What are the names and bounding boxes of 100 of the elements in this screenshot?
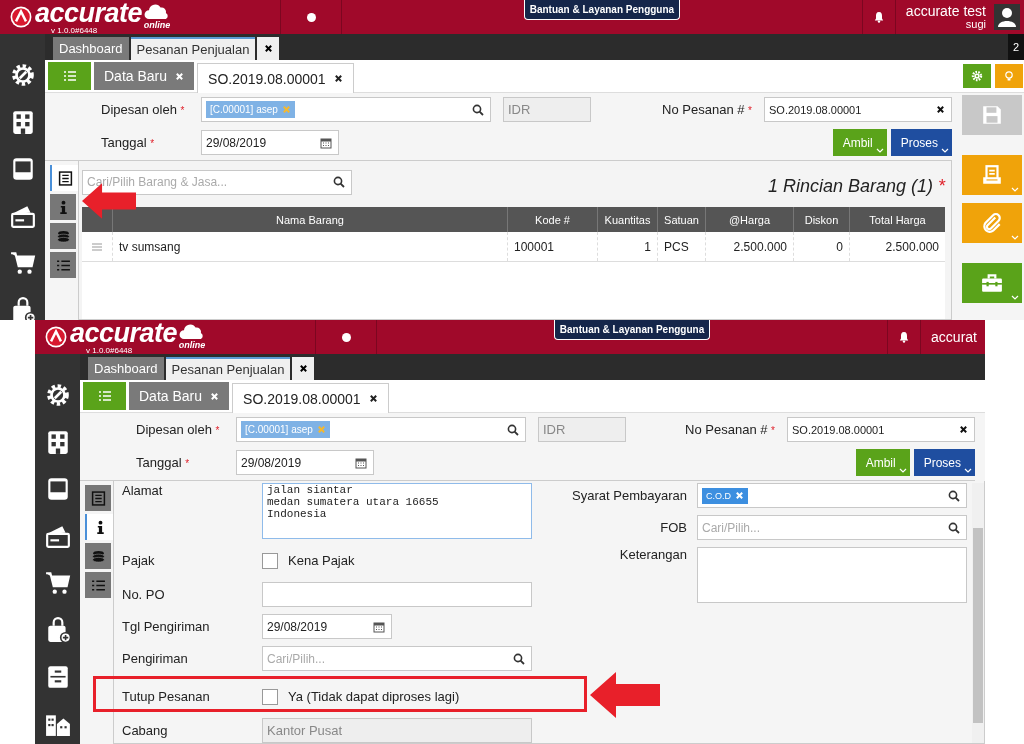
order-number-field[interactable]: SO.2019.08.00001 bbox=[787, 417, 975, 442]
search-icon bbox=[333, 176, 345, 188]
currency-field: IDR bbox=[503, 97, 591, 122]
calendar-icon[interactable] bbox=[320, 136, 332, 149]
bell-icon[interactable] bbox=[872, 11, 885, 23]
close-icon[interactable] bbox=[936, 105, 945, 114]
document-icon bbox=[90, 490, 106, 506]
status-dot-icon bbox=[341, 332, 351, 342]
document-tab[interactable]: Data Baru bbox=[94, 62, 195, 90]
dropdown-button[interactable]: Proses bbox=[890, 129, 952, 156]
side-tab[interactable] bbox=[50, 165, 78, 191]
currency-field: IDR bbox=[538, 417, 626, 442]
search-icon bbox=[513, 652, 525, 665]
version-text: v 1.0.0#6448 bbox=[86, 346, 134, 355]
briefcase-button[interactable] bbox=[962, 263, 1022, 303]
search-icon bbox=[948, 521, 960, 534]
payment-term-tag: C.O.D bbox=[702, 487, 748, 504]
dropdown-button[interactable]: Proses bbox=[913, 449, 975, 476]
brand-subtitle: online bbox=[178, 340, 206, 350]
module-tab[interactable]: Dashboard bbox=[53, 37, 129, 60]
field-label: Tanggal * bbox=[101, 135, 156, 150]
field-label: Tutup Pesanan bbox=[122, 689, 211, 704]
brand-name: accurate bbox=[35, 0, 143, 27]
field-label: Alamat bbox=[122, 483, 164, 498]
order-number-field[interactable]: SO.2019.08.00001 bbox=[764, 97, 952, 122]
scrollbar[interactable] bbox=[972, 483, 984, 743]
column-header[interactable]: @Harga bbox=[705, 207, 793, 232]
version-text: v 1.0.0#6448 bbox=[51, 26, 99, 35]
help-button[interactable]: Bantuan & Layanan Pengguna bbox=[523, 0, 681, 20]
avatar-icon[interactable] bbox=[994, 4, 1020, 30]
gear-icon[interactable] bbox=[9, 62, 36, 88]
drag-handle-icon[interactable] bbox=[92, 242, 102, 251]
table-cell: PCS bbox=[657, 232, 705, 261]
close-icon[interactable] bbox=[333, 74, 343, 83]
calendar-icon[interactable] bbox=[373, 620, 385, 633]
field-label: Tanggal * bbox=[136, 455, 191, 470]
chevron-down-icon bbox=[941, 148, 949, 153]
search-icon bbox=[507, 423, 519, 436]
chevron-down-icon bbox=[1011, 187, 1019, 192]
document-tab[interactable]: Data Baru bbox=[129, 382, 230, 410]
checkbox-label[interactable]: Kena Pajak bbox=[288, 553, 355, 568]
field-label: Keterangan bbox=[618, 547, 687, 562]
document-icon bbox=[57, 170, 73, 186]
checkbox-label[interactable]: Ya (Tidak dapat diproses lagi) bbox=[288, 689, 460, 704]
cart-icon[interactable] bbox=[44, 570, 71, 596]
field-label: Pengiriman bbox=[122, 651, 189, 666]
window-count: 2 bbox=[1007, 34, 1024, 60]
input-field[interactable] bbox=[262, 582, 532, 607]
table-cell: 2.500.000 bbox=[705, 232, 793, 261]
column-header[interactable]: Kuantitas bbox=[597, 207, 657, 232]
field-label: Cabang bbox=[122, 723, 169, 738]
search-icon bbox=[948, 489, 960, 502]
address-textarea[interactable]: jalan siantar medan sumatera utara 16655 Indonesia bbox=[262, 483, 532, 539]
date-field[interactable]: 29/08/2019 bbox=[262, 614, 392, 639]
user-name[interactable]: accurate test bbox=[905, 3, 986, 19]
field-label: No Pesanan # * bbox=[662, 102, 752, 117]
table-cell: 2.500.000 bbox=[849, 232, 945, 261]
column-header[interactable]: Diskon bbox=[793, 207, 849, 232]
calendar-icon[interactable] bbox=[355, 456, 367, 469]
branch-field: Kantor Pusat bbox=[262, 718, 532, 743]
module-tab[interactable]: Pesanan Penjualan bbox=[130, 37, 256, 60]
date-field[interactable]: 29/08/2019 bbox=[201, 130, 339, 155]
chevron-down-icon bbox=[964, 468, 972, 473]
user-subtitle: sugi bbox=[965, 18, 986, 31]
gear-icon[interactable] bbox=[44, 382, 71, 408]
chevron-down-icon bbox=[875, 148, 884, 153]
table-cell: 0 bbox=[793, 232, 849, 261]
user-name[interactable]: accurat bbox=[931, 329, 977, 345]
settings-button[interactable] bbox=[963, 64, 991, 88]
document-tab[interactable]: SO.2019.08.00001 bbox=[197, 63, 354, 93]
save-icon bbox=[981, 104, 1003, 126]
column-header[interactable]: Kode # bbox=[507, 207, 597, 232]
annotation-arrow bbox=[590, 672, 660, 718]
checkbox[interactable] bbox=[262, 688, 278, 705]
search-icon bbox=[472, 103, 484, 116]
close-icon[interactable] bbox=[368, 394, 378, 403]
checkbox[interactable] bbox=[262, 552, 278, 569]
document-tab[interactable]: SO.2019.08.00001 bbox=[232, 383, 389, 413]
column-header[interactable]: Total Harga bbox=[849, 207, 945, 232]
customer-tag: [C.00001] asep bbox=[206, 101, 295, 118]
logo-icon bbox=[10, 6, 32, 28]
status-dot-icon bbox=[306, 12, 316, 22]
cart-icon[interactable] bbox=[9, 250, 36, 276]
date-field[interactable]: 29/08/2019 bbox=[236, 450, 374, 475]
field-label: Dipesan oleh * bbox=[101, 102, 186, 117]
field-label: Syarat Pembayaran bbox=[571, 488, 687, 503]
close-tab-button[interactable] bbox=[257, 37, 280, 60]
close-icon[interactable] bbox=[959, 425, 968, 434]
help-button[interactable]: Bantuan & Layanan Pengguna bbox=[553, 320, 711, 340]
module-tab[interactable]: Pesanan Penjualan bbox=[165, 357, 291, 380]
module-tab[interactable]: Dashboard bbox=[88, 357, 164, 380]
chevron-down-icon bbox=[1011, 235, 1019, 240]
side-tab[interactable] bbox=[85, 514, 113, 540]
table-cell: 1 bbox=[597, 232, 657, 261]
close-tab-button[interactable] bbox=[292, 357, 315, 380]
column-header[interactable]: Satuan bbox=[657, 207, 705, 232]
bell-icon[interactable] bbox=[898, 331, 911, 343]
printer-icon bbox=[981, 164, 1003, 186]
table-cell: 100001 bbox=[507, 232, 597, 261]
customer-tag: [C.00001] asep bbox=[241, 421, 330, 438]
